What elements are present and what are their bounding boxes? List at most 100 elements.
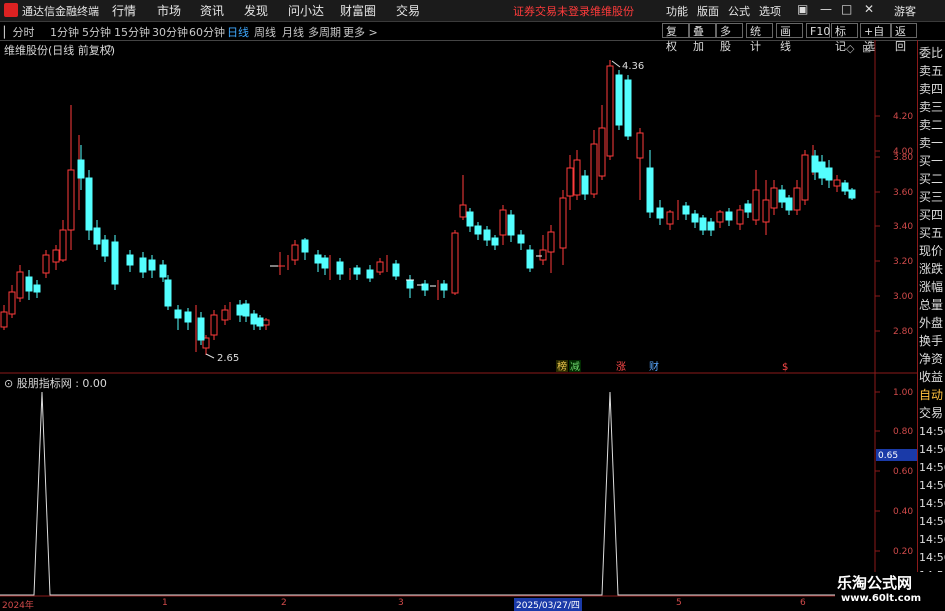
quote-item[interactable]: 外盘 [919,315,943,332]
indicator-tick: 0.80 [893,427,913,437]
tab-fenshi[interactable]: ▏分时 [4,24,34,40]
indicator-tick: 0.60 [893,467,913,477]
menu-gongneng[interactable]: 功能 [666,3,688,19]
guest-label[interactable]: 游客 [894,3,916,19]
fuquan-button[interactable]: 复权 [662,23,689,53]
maximize-icon[interactable]: □ [841,2,852,16]
tab-weekly[interactable]: 周线 [254,24,276,40]
quote-item[interactable]: 涨跌 [919,261,943,278]
time-label: 6 [800,598,806,608]
event-bang: 榜 [557,360,567,373]
chat-icon[interactable]: ▣ [797,2,808,16]
statistics-button[interactable]: 统计 [746,23,773,53]
menu-gongshi[interactable]: 公式 [728,3,750,19]
menu-jiaoyi[interactable]: 交易 [396,2,420,19]
close-icon[interactable]: ✕ [864,2,874,16]
quote-item[interactable]: 净资 [919,351,943,368]
minimize-icon[interactable]: — [820,2,832,16]
tick-time: 14:56 [919,515,945,528]
price-tick: 2.80 [893,327,913,337]
time-label: 5 [676,598,682,608]
price-axis: 4.20 4.00 3.80 3.60 3.40 3.20 3.00 2.80 [875,112,913,337]
menu-faxian[interactable]: 发现 [244,2,268,19]
max-price-label: 4.36 [622,61,644,72]
quote-item[interactable]: 买五 [919,225,943,242]
price-tick: 3.20 [893,257,913,267]
quote-item[interactable]: 现价 [919,243,943,260]
mark-button[interactable]: 标记 [831,23,858,53]
period-toolbar: ▏分时 1分钟 5分钟 15分钟 30分钟 60分钟 日线 周线 月线 多周期 … [0,22,945,53]
diamond-icon[interactable]: ◇ [846,42,854,55]
indicator-tick: 0.40 [893,507,913,517]
price-tick: 3.00 [893,292,913,302]
price-tick: 3.80 [893,153,913,163]
login-notice[interactable]: 证券交易未登录 [513,3,590,19]
title-bar: 通达信金融终端 行情 市场 资讯 发现 问小达 财富圈 交易 证券交易未登录 维… [0,0,945,22]
quote-item[interactable]: 卖四 [919,81,943,98]
menu-caifuquan[interactable]: 财富圈 [340,2,376,19]
quote-item[interactable]: 卖五 [919,63,943,80]
tab-more[interactable]: 更多 > [343,24,378,40]
quote-item[interactable]: 买三 [919,189,943,206]
overlay-button[interactable]: 叠加 [689,23,716,53]
price-tick: 4.20 [893,112,913,122]
stock-name-title: 维维股份 [590,5,634,18]
tick-time: 14:56 [919,461,945,474]
quote-item[interactable]: 换手 [919,333,943,350]
price-tick: 3.40 [893,222,913,232]
quote-item[interactable]: 总量 [919,297,943,314]
quote-item[interactable]: 买一 [919,153,943,170]
watermark-url: www.60lt.com [841,593,922,604]
tab-daily[interactable]: 日线 [227,24,249,40]
add-watchlist-button[interactable]: +自选 [860,23,891,53]
trade-label[interactable]: 交易 [919,405,943,422]
quote-item[interactable]: 卖三 [919,99,943,116]
indicator-axis: 1.00 0.80 0.60 0.40 0.20 0.65 [875,388,918,557]
indicator-title: ⊙ 股朋指标网 : 0.00 [4,377,107,390]
time-label: 1 [162,598,168,608]
menu-hangqing[interactable]: 行情 [112,2,136,19]
chart-options-icon[interactable]: ⊙ [104,42,113,55]
quote-item[interactable]: 收益 [919,369,943,386]
quote-item[interactable]: 涨幅 [919,279,943,296]
quote-item[interactable]: 委比 [919,45,943,62]
event-dollar: $ [782,362,788,373]
tab-15min[interactable]: 15分钟 [114,24,150,40]
extreme-markers: 4.36 2.65 [205,60,644,364]
event-markers[interactable]: 榜 减 涨 财 $ [556,360,788,373]
tab-monthly[interactable]: 月线 [282,24,304,40]
app-name: 通达信金融终端 [22,5,99,18]
grid-icon[interactable]: ⊞ [862,42,871,55]
auto-trade-label[interactable]: 自动 [919,387,943,404]
tab-multi-period[interactable]: 多周期 [308,24,341,40]
watermark-title: 乐淘公式网 [837,574,913,592]
tick-time: 14:56 [919,551,945,564]
kline-chart[interactable]: 4.20 4.00 3.80 3.60 3.40 3.20 3.00 2.80 [0,40,918,597]
draw-line-button[interactable]: 画线 [776,23,803,53]
menu-banmian[interactable]: 版面 [697,3,719,19]
tab-1min[interactable]: 1分钟 [50,24,79,40]
app-logo-icon [4,3,18,17]
quote-item[interactable]: 买四 [919,207,943,224]
menu-wenxiaoda[interactable]: 问小达 [288,2,324,19]
f10-button[interactable]: F10 [806,23,830,38]
tab-60min[interactable]: 60分钟 [189,24,225,40]
event-jian: 减 [570,361,580,373]
quote-item[interactable]: 买二 [919,171,943,188]
tab-30min[interactable]: 30分钟 [152,24,188,40]
multi-stock-button[interactable]: 多股 [716,23,743,53]
indicator-tick: 1.00 [893,388,913,398]
tick-time: 14:56 [919,533,945,546]
time-label: 2 [281,598,287,608]
tick-time: 14:56 [919,425,945,438]
menu-zixun[interactable]: 资讯 [200,2,224,19]
min-price-label: 2.65 [217,353,239,364]
event-cai: 财 [649,360,659,373]
quote-item[interactable]: 卖一 [919,135,943,152]
tab-5min[interactable]: 5分钟 [82,24,111,40]
menu-xuanxiang[interactable]: 选项 [759,3,781,19]
quote-item[interactable]: 卖二 [919,117,943,134]
watermark: 乐淘公式网 www.60lt.com [835,572,945,609]
menu-shichang[interactable]: 市场 [157,2,181,19]
back-button[interactable]: 返回 [891,23,917,53]
